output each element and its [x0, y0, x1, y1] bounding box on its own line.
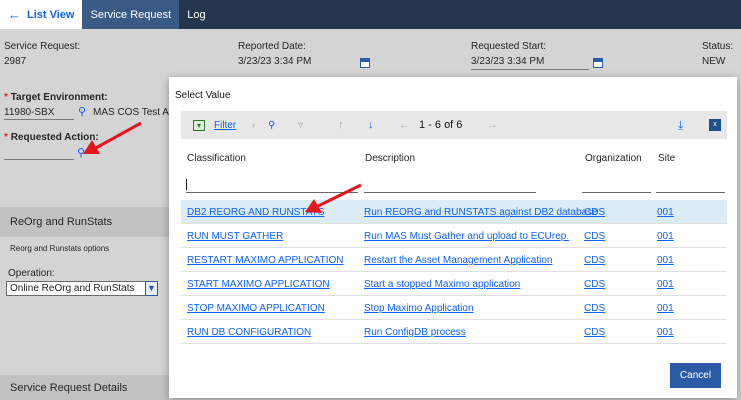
arrow-down-icon[interactable]: ↓ [368, 111, 374, 139]
target-environment-label: * Target Environment: [4, 92, 108, 103]
description-link[interactable]: Run MAS Must Gather and upload to ECUrep… [364, 231, 569, 242]
classification-link[interactable]: RUN DB CONFIGURATION [187, 327, 311, 338]
site-link[interactable]: 001 [657, 327, 674, 338]
column-header-organization[interactable]: Organization [585, 153, 642, 164]
classification-link[interactable]: START MAXIMO APPLICATION [187, 279, 330, 290]
required-marker: * [4, 92, 8, 103]
requested-start-label: Requested Start: [471, 41, 547, 52]
description-link[interactable]: Run ConfigDB process [364, 327, 466, 338]
organization-filter-input[interactable] [582, 192, 651, 193]
text-cursor [186, 179, 187, 190]
site-link[interactable]: 001 [657, 207, 674, 218]
table-row[interactable]: RUN MUST GATHER Run MAS Must Gather and … [181, 224, 727, 248]
status-value: NEW [702, 56, 726, 67]
chevron-down-icon[interactable]: ▼ [145, 281, 158, 296]
reported-date-label: Reported Date: [238, 41, 306, 52]
table-row[interactable]: RUN DB CONFIGURATION Run ConfigDB proces… [181, 320, 727, 344]
list-view-label: List View [27, 8, 75, 21]
requested-start-field[interactable]: 3/23/23 3:34 PM [471, 56, 544, 67]
organization-link[interactable]: CDS [584, 279, 605, 290]
filter-link[interactable]: Filter [214, 111, 236, 139]
requested-start-calendar-icon[interactable] [593, 58, 603, 68]
description-link[interactable]: Run REORG and RUNSTATS against DB2 datab… [364, 207, 598, 218]
list-view-tab[interactable]: ← List View [0, 0, 83, 29]
log-tab-label: Log [187, 8, 206, 21]
target-environment-description: MAS COS Test Ass [93, 107, 179, 118]
organization-link[interactable]: CDS [584, 231, 605, 242]
reported-date-field[interactable]: 3/23/23 3:34 PM [238, 56, 311, 67]
description-link[interactable]: Restart the Asset Management Application [364, 255, 552, 266]
site-link[interactable]: 001 [657, 279, 674, 290]
table-row[interactable]: RESTART MAXIMO APPLICATION Restart the A… [181, 248, 727, 272]
dialog-title: Select Value [175, 90, 231, 101]
requested-start-underline [471, 69, 589, 70]
table-row[interactable]: STOP MAXIMO APPLICATION Stop Maximo Appl… [181, 296, 727, 320]
classification-link[interactable]: RUN MUST GATHER [187, 231, 283, 242]
operation-select[interactable]: Online ReOrg and RunStats [6, 281, 158, 296]
target-environment-field[interactable]: 11980-SBX [4, 107, 54, 118]
column-header-description[interactable]: Description [365, 153, 415, 164]
dialog-toolbar: ▾ Filter › ⚲ ▿ ↑ ↓ ← 1 - 6 of 6 → ⤓ x [181, 111, 727, 139]
classification-link[interactable]: RESTART MAXIMO APPLICATION [187, 255, 344, 266]
organization-link[interactable]: CDS [584, 327, 605, 338]
table-row[interactable]: DB2 REORG AND RUNSTATS Run REORG and RUN… [181, 200, 727, 224]
cancel-button[interactable]: Cancel [670, 363, 721, 388]
status-label: Status: [702, 41, 734, 52]
filter-toggle-icon[interactable]: ▾ [193, 111, 205, 139]
requested-action-field[interactable] [4, 159, 74, 160]
pagination-text: 1 - 6 of 6 [419, 119, 463, 131]
classification-link[interactable]: STOP MAXIMO APPLICATION [187, 303, 325, 314]
annotation-arrow-requested-action [83, 121, 142, 154]
service-request-details-header[interactable]: Service Request Details [0, 375, 169, 400]
reorg-options-text: Reorg and Runstats options [10, 244, 110, 253]
service-request-value: 2987 [4, 56, 27, 67]
annotation-arrow-db2-reorg [305, 183, 362, 213]
back-arrow-icon: ← [8, 7, 21, 22]
description-link[interactable]: Start a stopped Maximo application [364, 279, 520, 290]
site-filter-input[interactable] [656, 192, 725, 193]
organization-link[interactable]: CDS [584, 207, 605, 218]
chevron-right-icon[interactable]: › [252, 111, 255, 139]
column-header-site[interactable]: Site [658, 153, 675, 164]
organization-link[interactable]: CDS [584, 255, 605, 266]
required-marker: * [4, 132, 8, 143]
download-icon[interactable]: ⤓ [678, 111, 683, 139]
select-value-dialog: Select Value ▾ Filter › ⚲ ▿ ↑ ↓ ← 1 - 6 … [169, 77, 737, 398]
site-link[interactable]: 001 [657, 231, 674, 242]
reported-date-calendar-icon[interactable] [360, 58, 370, 68]
next-page-icon[interactable]: → [487, 111, 498, 139]
reorg-section-header[interactable]: ReOrg and RunStats [0, 207, 169, 237]
description-filter-input[interactable] [364, 192, 536, 193]
top-tab-bar: ← List View Service Request Log [0, 0, 741, 29]
excel-export-icon[interactable]: x [709, 111, 721, 139]
organization-link[interactable]: CDS [584, 303, 605, 314]
description-link[interactable]: Stop Maximo Application [364, 303, 474, 314]
site-link[interactable]: 001 [657, 303, 674, 314]
table-row[interactable]: START MAXIMO APPLICATION Start a stopped… [181, 272, 727, 296]
target-environment-label-text: Target Environment: [10, 92, 108, 103]
target-environment-search-icon[interactable]: ⚲ [78, 105, 86, 118]
previous-page-icon[interactable]: ← [399, 111, 410, 139]
service-request-label: Service Request: [4, 41, 81, 52]
service-request-tab-label: Service Request [90, 8, 172, 21]
arrow-up-icon[interactable]: ↑ [338, 111, 344, 139]
log-tab[interactable]: Log [179, 0, 213, 29]
site-link[interactable]: 001 [657, 255, 674, 266]
operation-label: Operation: [8, 268, 55, 279]
search-icon[interactable]: ⚲ [268, 111, 275, 139]
target-environment-underline [4, 119, 74, 120]
column-header-classification[interactable]: Classification [187, 153, 246, 164]
service-request-tab[interactable]: Service Request [82, 0, 180, 29]
clear-filter-icon[interactable]: ▿ [298, 111, 303, 139]
